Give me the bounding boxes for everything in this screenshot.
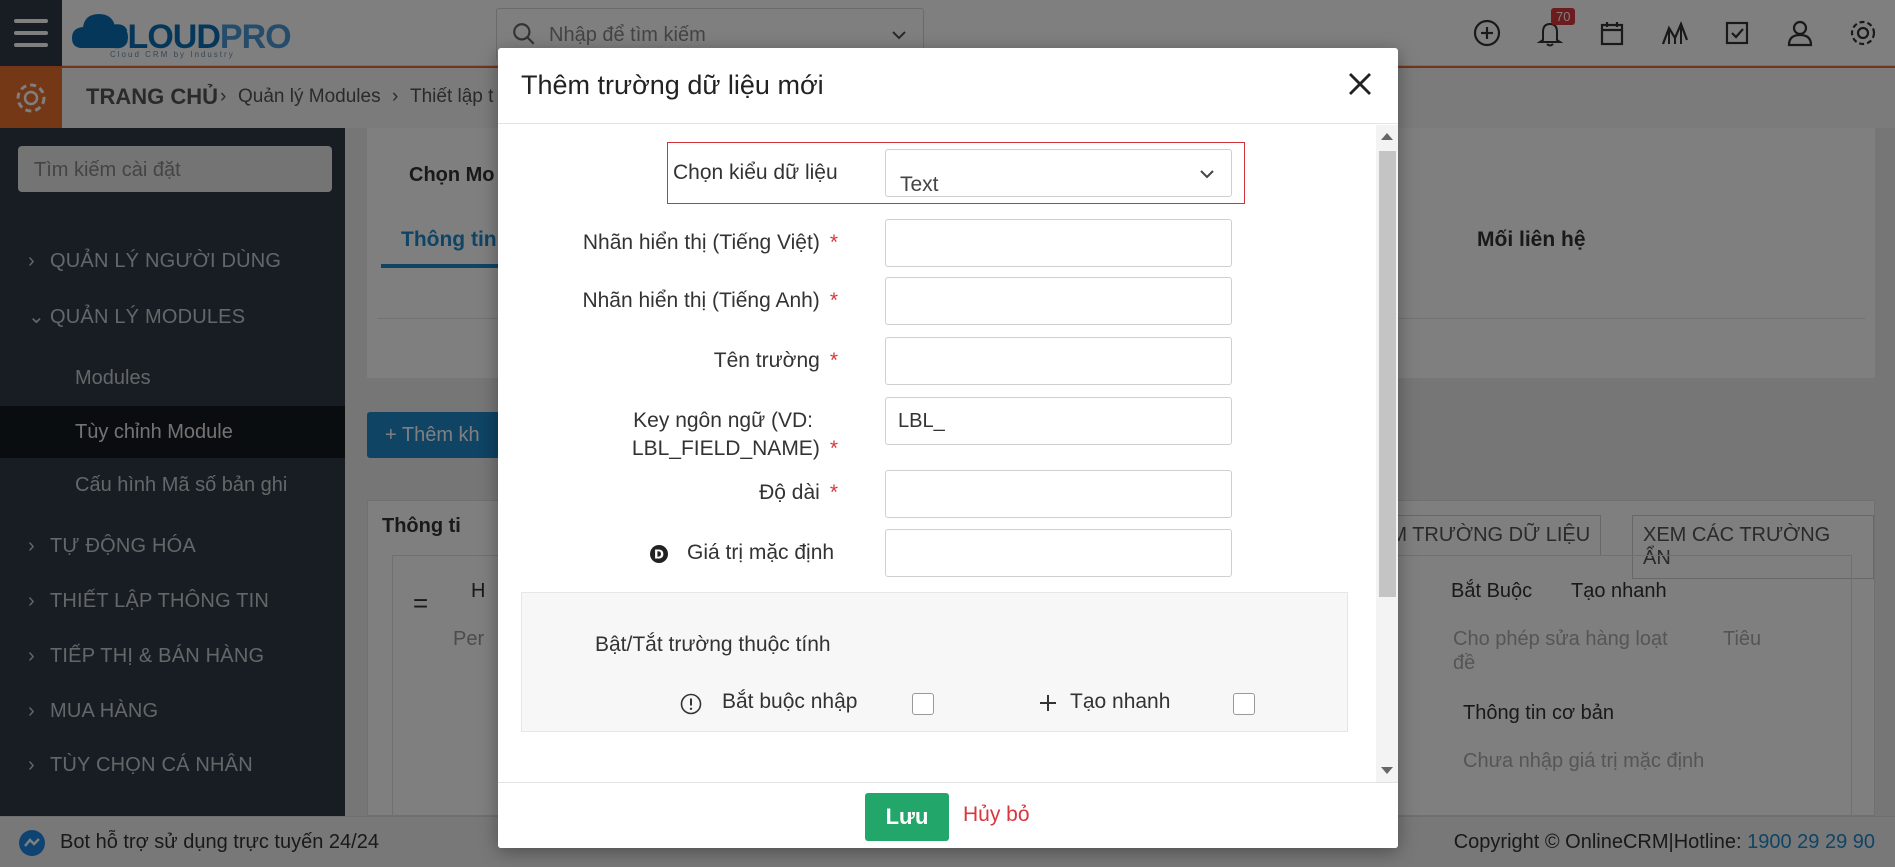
default-value-label: Giá trị mặc định <box>687 541 835 564</box>
field-name-input[interactable] <box>885 337 1232 385</box>
required-marker: * <box>829 481 838 504</box>
required-marker: * <box>829 289 838 312</box>
default-value-icon: D <box>650 545 668 563</box>
modal-header: Thêm trường dữ liệu mới <box>498 48 1398 124</box>
label-en-label: Nhãn hiển thị (Tiếng Anh) * <box>582 289 838 312</box>
label-en-input[interactable] <box>885 277 1232 325</box>
scroll-thumb[interactable] <box>1379 151 1396 597</box>
svg-text:D: D <box>654 548 664 562</box>
required-checkbox[interactable] <box>912 693 934 715</box>
length-label: Độ dài * <box>759 481 838 504</box>
scroll-up-arrow[interactable] <box>1381 133 1393 140</box>
modal-body: Chọn kiểu dữ liệu Text Nhãn hiển thị (Ti… <box>498 125 1375 782</box>
cancel-button[interactable]: Hủy bỏ <box>963 803 1030 827</box>
scroll-down-arrow[interactable] <box>1381 767 1393 774</box>
data-type-label: Chọn kiểu dữ liệu <box>673 161 838 184</box>
lang-key-input[interactable]: LBL_ <box>885 397 1232 445</box>
close-icon <box>1349 73 1371 95</box>
required-marker: * <box>829 437 838 460</box>
add-field-modal: Thêm trường dữ liệu mới Chọn kiểu dữ liệ… <box>498 48 1398 848</box>
exclamation-circle-icon <box>680 693 702 715</box>
data-type-select[interactable]: Text <box>885 149 1232 197</box>
properties-panel: Bật/Tắt trường thuộc tính Bắt buộc nhập … <box>521 592 1348 732</box>
quick-create-checkbox[interactable] <box>1233 693 1255 715</box>
save-button[interactable]: Lưu <box>865 793 949 841</box>
length-input[interactable] <box>885 470 1232 518</box>
quick-create-label: Tạo nhanh <box>1070 690 1171 713</box>
chevron-down-icon <box>1200 170 1214 179</box>
lang-key-label-line2: LBL_FIELD_NAME) * <box>631 437 838 460</box>
properties-title: Bật/Tắt trường thuộc tính <box>595 633 831 656</box>
label-vi-label: Nhãn hiển thị (Tiếng Việt) * <box>582 231 838 254</box>
modal-scrollbar[interactable] <box>1376 125 1398 782</box>
field-name-label: Tên trường * <box>713 349 838 372</box>
data-type-value: Text <box>900 173 939 196</box>
required-marker: * <box>829 231 838 254</box>
required-property-label: Bắt buộc nhập <box>722 690 858 713</box>
required-marker: * <box>829 349 838 372</box>
modal-footer: Lưu Hủy bỏ <box>498 782 1398 848</box>
lang-key-label-line1: Key ngôn ngữ (VD: <box>633 409 813 432</box>
close-button[interactable] <box>1342 66 1378 102</box>
label-vi-input[interactable] <box>885 219 1232 267</box>
modal-title: Thêm trường dữ liệu mới <box>521 70 824 100</box>
plus-icon <box>1040 695 1056 711</box>
default-value-input[interactable] <box>885 529 1232 577</box>
